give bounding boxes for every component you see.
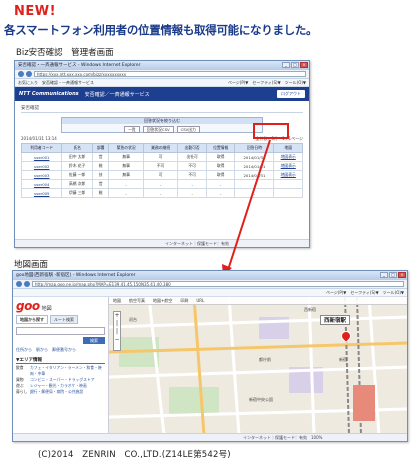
copyright-footer: (C)2014 ZENRIN CO.,LTD.(Z14LE第542号) bbox=[38, 450, 231, 460]
sidebar-tabs: 地図から探す ルート検索 bbox=[16, 315, 105, 324]
goo-logo[interactable]: goo bbox=[16, 299, 40, 313]
station-label: 西新宿駅 bbox=[320, 315, 351, 325]
map-layout: goo 地図 地図から探す ルート検索 検索 住所から 駅から 郵便番号から ▼エリ… bbox=[13, 297, 407, 433]
map-tab[interactable]: 地図 bbox=[113, 297, 121, 304]
close-icon[interactable]: × bbox=[398, 272, 406, 278]
area-category: 暮らし bbox=[16, 389, 28, 394]
area-category: 飲食 bbox=[16, 365, 24, 370]
map-tab[interactable]: 地図+航空 bbox=[153, 297, 172, 304]
back-icon[interactable] bbox=[16, 281, 22, 287]
map-window: goo地図(西新宿駅 -新宿区) - Windows Internet Expl… bbox=[12, 270, 408, 442]
map-url-input[interactable]: http://map.goo.ne.jp/map.php?MAP=E139.41… bbox=[32, 281, 404, 287]
list-item: 暮らし 銀行・郵便局・病院・公共施設 bbox=[16, 389, 105, 395]
map-place-label: 新宿中央公園 bbox=[249, 397, 273, 402]
map-place-label: 都庁前 bbox=[259, 357, 271, 362]
sidebar-tab[interactable]: 地図から探す bbox=[16, 315, 48, 324]
area-links[interactable]: カフェ・イタリアン・ラーメン・和食・焼肉・中華 bbox=[30, 365, 102, 377]
list-item: 飲食 カフェ・イタリアン・ラーメン・和食・焼肉・中華 bbox=[16, 365, 105, 377]
search-button[interactable]: 検索 bbox=[83, 337, 105, 344]
map-tab[interactable]: 航空写真 bbox=[129, 297, 145, 304]
area-list: 飲食 カフェ・イタリアン・ラーメン・和食・焼肉・中華 買物 コンビニ・スーパー・ドラッ… bbox=[16, 365, 105, 395]
map-toolbar-menus[interactable]: ページ(P)▼ セーフティ(S)▼ ツール(O)▼ bbox=[326, 289, 404, 296]
maximize-icon[interactable]: □ bbox=[389, 272, 397, 278]
map-place-label: 西新宿 bbox=[304, 307, 316, 312]
caption-map: 地図画面 bbox=[14, 260, 49, 270]
map-canvas[interactable]: 地図 航空写真 地図+航空 印刷 URL + | | − 西新宿駅 新宿 西新宿新宿中央公園 都庁… bbox=[109, 297, 407, 433]
map-search-input[interactable] bbox=[16, 327, 105, 335]
map-titlebar: goo地図(西新宿駅 -新宿区) - Windows Internet Expl… bbox=[13, 271, 407, 280]
search-sub-links[interactable]: 住所から 駅から 郵便番号から bbox=[16, 347, 105, 353]
map-tab[interactable]: URL bbox=[196, 297, 204, 304]
map-address-bar: http://map.goo.ne.jp/map.php?MAP=E139.41… bbox=[13, 280, 407, 289]
map-title: goo地図(西新宿駅 -新宿区) - Windows Internet Expl… bbox=[16, 273, 136, 278]
area-links[interactable]: 銀行・郵便局・病院・公共施設 bbox=[30, 389, 102, 395]
map-place-label: 新宿 bbox=[339, 357, 347, 362]
map-statusbar: インターネット｜保護モード：有効 100% bbox=[13, 433, 407, 441]
map-place-label: 初台 bbox=[129, 317, 137, 322]
zoom-control[interactable]: + | | − bbox=[113, 311, 121, 351]
forward-icon[interactable] bbox=[24, 281, 30, 287]
map-toolbar: ページ(P)▼ セーフティ(S)▼ ツール(O)▼ bbox=[13, 289, 407, 297]
goo-logo-suffix: 地図 bbox=[41, 306, 52, 312]
sidebar-tab[interactable]: ルート検索 bbox=[50, 315, 78, 324]
minimize-icon[interactable]: _ bbox=[380, 272, 388, 278]
map-tabs: 地図 航空写真 地図+航空 印刷 URL bbox=[109, 297, 407, 305]
map-sidebar: goo 地図 地図から探す ルート検索 検索 住所から 駅から 郵便番号から ▼エリ… bbox=[13, 297, 109, 433]
map-tab[interactable]: 印刷 bbox=[180, 297, 188, 304]
area-heading: ▼エリア情報 bbox=[16, 357, 105, 364]
map-drawing bbox=[109, 297, 407, 433]
